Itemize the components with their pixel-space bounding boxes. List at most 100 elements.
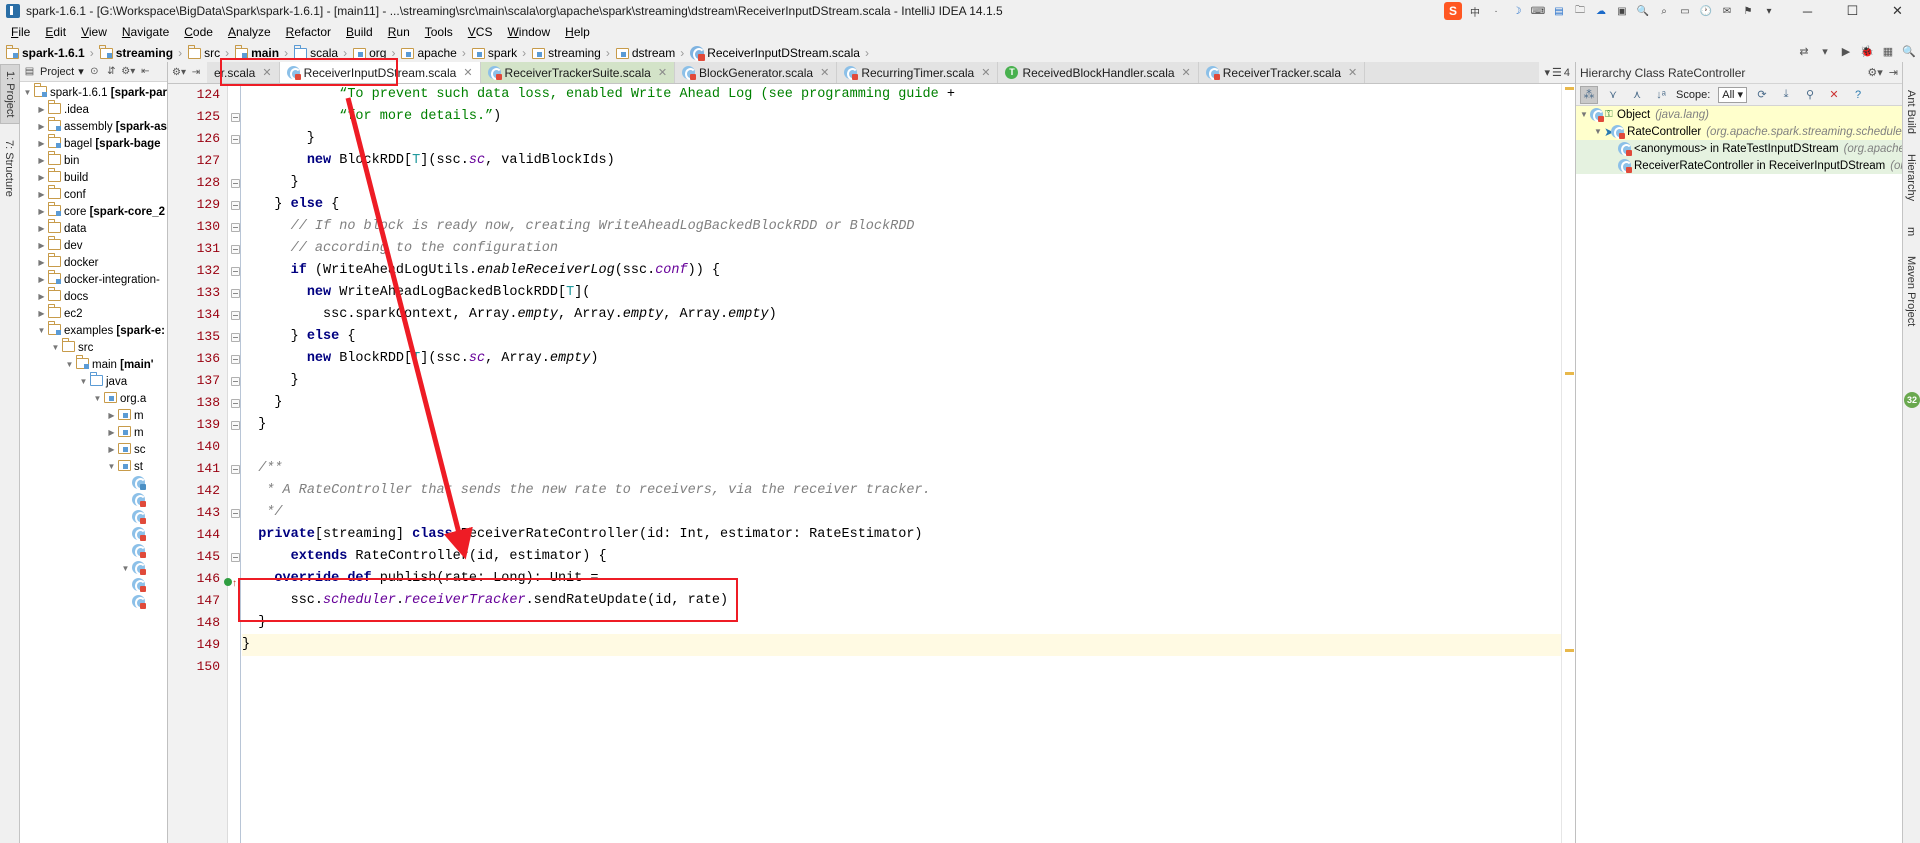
code-text-area[interactable]: “To prevent such data loss, enabled Writ… [242,84,1561,843]
hide-panel-icon[interactable]: ⇤ [139,65,152,78]
sort-alpha-icon[interactable]: ↓ᵃ [1652,86,1670,104]
project-tree-item[interactable]: ▼ java [20,372,167,390]
code-line[interactable] [242,656,1561,678]
chevron-right-icon[interactable]: ▶ [36,101,47,118]
project-tree-item[interactable]: ▶ docs [20,287,167,305]
code-line[interactable]: * A RateController that sends the new ra… [242,480,1561,502]
sidebar-item-project[interactable]: 1: Project [0,64,20,125]
code-line[interactable]: extends RateController(id, estimator) { [242,546,1561,568]
project-tree-item[interactable] [20,526,167,543]
chevron-right-icon[interactable]: ▶ [36,254,47,271]
chevron-right-icon[interactable]: ▶ [36,186,47,203]
close-icon[interactable]: ✕ [1348,66,1357,79]
chevron-down-icon[interactable]: ▼ [1592,127,1604,136]
breadcrumb-item-org[interactable]: org › [351,46,399,60]
project-tree-item[interactable]: ▶ ec2 [20,304,167,322]
project-tree-item[interactable]: ▶ docker-integration- [20,270,167,288]
project-tree-item[interactable]: ▼ st [20,458,167,475]
supertypes-hierarchy-icon[interactable]: ⋎ [1604,86,1622,104]
chevron-down-icon[interactable]: ▼ [1578,110,1590,119]
editor-tab-receivertrackersuite-scala[interactable]: ReceiverTrackerSuite.scala ✕ [480,62,676,83]
menu-item-window[interactable]: Window [500,24,557,40]
menu-item-navigate[interactable]: Navigate [115,24,176,40]
minimize-button[interactable]: ─ [1785,0,1830,22]
search-everywhere-icon[interactable]: 🔍 [1902,44,1916,58]
editor-tab-receivedblockhandler-scala[interactable]: ReceivedBlockHandler.scala ✕ [998,62,1199,83]
help-icon[interactable]: ? [1849,86,1867,104]
code-line[interactable]: “for more details.”) [242,106,1561,128]
breadcrumb-item-main[interactable]: main › [233,45,292,60]
editor-tab-recurringtimer-scala[interactable]: RecurringTimer.scala ✕ [837,62,999,83]
run-icon[interactable]: ▶ [1839,44,1853,58]
project-tree-item[interactable]: ▶ bagel [spark-bage [20,134,167,152]
breadcrumb-item-apache[interactable]: apache › [399,46,469,60]
code-line[interactable]: ssc.sparkContext, Array.empty, Array.emp… [242,304,1561,326]
chevron-right-icon[interactable]: ▶ [36,271,47,288]
project-tree-item[interactable]: ▶ conf [20,185,167,203]
run-config-icon[interactable]: ▾ [1818,44,1832,58]
code-line[interactable] [242,436,1561,458]
menu-item-help[interactable]: Help [558,24,597,40]
sidebar-item-structure[interactable]: 7: Structure [0,134,18,203]
marker-warning[interactable] [1565,87,1574,90]
project-tree-item[interactable]: ▼ examples [spark-e: [20,321,167,339]
sidebar-item-hierarchy[interactable]: Hierarchy [1903,148,1919,207]
tray-box-icon[interactable]: ▣ [1614,3,1630,19]
chevron-down-icon[interactable]: ▼ [50,339,61,356]
code-editor[interactable]: 124 125 126 127 128 129 130 131 132 133 134 135 136 1… [168,84,1575,843]
tray-flag-icon[interactable]: ⚑ [1740,3,1756,19]
breadcrumb-item-spark[interactable]: spark › [470,46,530,60]
code-line[interactable]: // If no block is ready now, creating Wr… [242,216,1561,238]
marker-warning[interactable] [1565,649,1574,652]
export-icon[interactable]: ⤓ [1777,86,1795,104]
code-line[interactable]: ssc.scheduler.receiverTracker.sendRateUp… [242,590,1561,612]
project-tree-item[interactable] [20,475,167,492]
close-icon[interactable]: ✕ [1182,66,1191,79]
sidebar-item-maven-project[interactable]: Maven Project [1903,250,1919,332]
project-tree-item[interactable] [20,594,167,611]
chevron-right-icon[interactable]: ▶ [106,424,117,441]
code-line[interactable]: private[streaming] class ReceiverRateCon… [242,524,1561,546]
code-line[interactable]: new WriteAheadLogBackedBlockRDD[T]( [242,282,1561,304]
code-line[interactable]: } [242,392,1561,414]
menu-item-edit[interactable]: Edit [38,24,73,40]
breadcrumb-item-streaming[interactable]: streaming › [98,45,186,60]
project-tree-item[interactable]: ▼ main [main' [20,355,167,373]
scroll-from-source-icon[interactable]: ⊙ [88,65,101,78]
chevron-right-icon[interactable]: ▶ [36,118,47,135]
close-icon[interactable]: ✕ [262,66,271,79]
project-tree-item[interactable]: ▶ m [20,407,167,424]
editor-tab-er-scala[interactable]: er.scala ✕ [207,62,280,83]
tray-folder-icon[interactable]: 🗀 [1572,3,1588,19]
sidebar-item-m[interactable]: m [1903,221,1919,242]
sogou-ime-icon[interactable]: S [1444,2,1462,20]
close-icon[interactable]: ✕ [658,66,667,79]
project-panel-dropdown-icon[interactable]: ▾ [78,65,84,78]
project-tree-item[interactable] [20,543,167,560]
chevron-down-icon[interactable]: ▼ [92,390,103,407]
gear-icon[interactable]: ⚙▾ [172,67,186,79]
menu-item-file[interactable]: File [4,24,37,40]
project-tree-item[interactable]: ▼ org.a [20,390,167,407]
editor-gutter[interactable]: 124 125 126 127 128 129 130 131 132 133 134 135 136 1… [176,84,240,843]
tray-cloud-icon[interactable]: ☁ [1593,3,1609,19]
gear-icon[interactable]: ⚙▾ [1867,66,1882,79]
chevron-right-icon[interactable]: ▶ [36,237,47,254]
chevron-right-icon[interactable]: ▶ [106,407,117,424]
menu-item-view[interactable]: View [74,24,114,40]
code-line[interactable]: “To prevent such data loss, enabled Writ… [242,84,1561,106]
code-line[interactable]: new BlockRDD[T](ssc.sc, validBlockIds) [242,150,1561,172]
refresh-icon[interactable]: ⟳ [1753,86,1771,104]
project-tree-item[interactable]: ▶ dev [20,236,167,254]
menu-item-vcs[interactable]: VCS [461,24,500,40]
subtypes-hierarchy-icon[interactable]: ⁂ [1580,85,1598,104]
breadcrumb-item-src[interactable]: src › [186,45,233,60]
project-tree-item[interactable]: ▶ m [20,424,167,441]
project-tree-item[interactable]: ▶ core [spark-core_2 [20,202,167,220]
hierarchy-row[interactable]: ▼ ⚿ Object (java.lang) [1576,106,1902,123]
maximize-button[interactable]: ☐ [1830,0,1875,22]
sync-icon[interactable]: ⇄ [1797,44,1811,58]
code-line[interactable]: } [242,612,1561,634]
code-line[interactable]: if (WriteAheadLogUtils.enableReceiverLog… [242,260,1561,282]
menu-item-build[interactable]: Build [339,24,380,40]
